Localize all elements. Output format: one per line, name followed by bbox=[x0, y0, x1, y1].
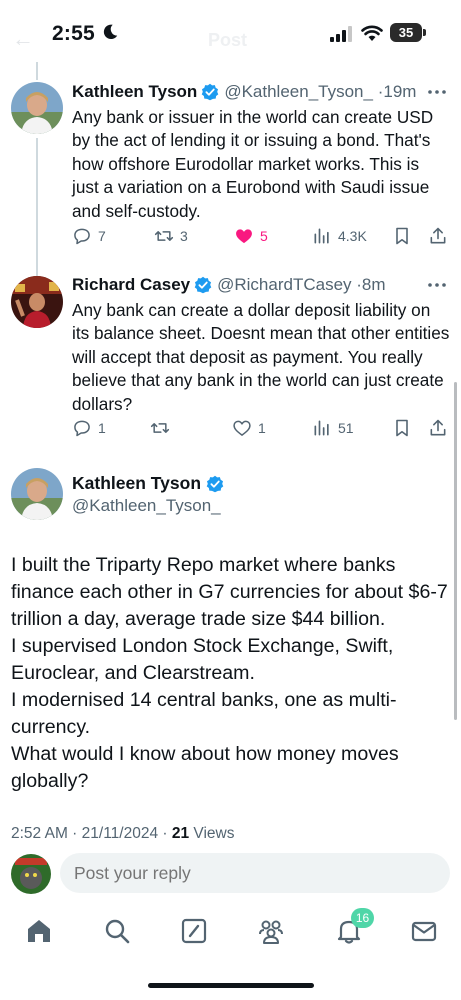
repost-icon bbox=[154, 231, 174, 241]
like-count: 5 bbox=[260, 228, 268, 244]
main-author-name[interactable]: Kathleen Tyson bbox=[72, 473, 229, 494]
reply-bar bbox=[0, 850, 461, 900]
share-icon bbox=[430, 227, 446, 244]
moon-icon bbox=[103, 24, 118, 40]
reply-tweet[interactable]: Kathleen Tyson @Kathleen_Tyson_ · 19m An… bbox=[0, 80, 461, 250]
scroll-indicator[interactable] bbox=[454, 382, 457, 720]
more-options-icon[interactable] bbox=[427, 88, 447, 96]
home-indicator bbox=[148, 983, 314, 988]
like-button[interactable]: 1 bbox=[232, 417, 266, 439]
reply-button[interactable]: 1 bbox=[72, 417, 106, 439]
share-icon bbox=[430, 419, 446, 436]
author-name[interactable]: Kathleen Tyson bbox=[72, 82, 197, 102]
bottom-tab-bar bbox=[0, 905, 461, 957]
thread-line bbox=[36, 62, 38, 80]
communities-icon[interactable] bbox=[257, 917, 285, 945]
heart-icon bbox=[233, 420, 251, 436]
views-button[interactable]: 4.3K bbox=[312, 225, 367, 247]
bookmark-icon bbox=[396, 227, 408, 245]
status-bar: ← Post 2:55 35 bbox=[0, 0, 461, 62]
reply-input[interactable] bbox=[60, 853, 450, 893]
post-time: 19m bbox=[383, 82, 417, 101]
avatar[interactable] bbox=[11, 82, 63, 134]
page-title: Post bbox=[208, 30, 248, 50]
reply-tweet[interactable]: Richard Casey @RichardTCasey · 8m Any ba… bbox=[0, 273, 461, 443]
thread-line bbox=[36, 138, 38, 278]
repost-button[interactable] bbox=[150, 417, 176, 439]
post-timestamp: 2:52 AM · 21/11/2024 · bbox=[11, 825, 172, 842]
reply-icon bbox=[74, 228, 90, 245]
author-name[interactable]: Richard Casey bbox=[72, 275, 190, 295]
post-paragraph: I built the Triparty Repo market where b… bbox=[11, 554, 448, 630]
reply-count: 1 bbox=[98, 420, 106, 436]
analytics-icon bbox=[314, 420, 329, 436]
heart-filled-icon bbox=[236, 229, 252, 244]
analytics-icon bbox=[314, 228, 329, 244]
views-label: Views bbox=[189, 825, 235, 842]
post-paragraph: What would I know about how money moves … bbox=[11, 743, 399, 792]
tweet-text: Any bank can create a dollar deposit lia… bbox=[72, 300, 450, 414]
repost-button[interactable]: 3 bbox=[154, 225, 188, 247]
tweet-header: Kathleen Tyson @Kathleen_Tyson_ · 19m bbox=[72, 80, 445, 104]
share-button[interactable] bbox=[428, 417, 454, 439]
repost-icon bbox=[150, 423, 170, 433]
views-button[interactable]: 51 bbox=[312, 417, 354, 439]
status-time: 2:55 bbox=[52, 22, 95, 45]
author-handle[interactable]: @Kathleen_Tyson_ bbox=[72, 496, 221, 516]
tweet-text: Any bank or issuer in the world can crea… bbox=[72, 107, 434, 221]
repost-count: 3 bbox=[180, 228, 188, 244]
bookmark-button[interactable] bbox=[392, 225, 418, 247]
action-bar: 7 3 5 4.3K bbox=[72, 225, 452, 247]
view-count: 51 bbox=[338, 420, 354, 436]
post-paragraph: I supervised London Stock Exchange, Swif… bbox=[11, 635, 394, 684]
messages-icon[interactable] bbox=[410, 917, 438, 945]
author-name[interactable]: Kathleen Tyson bbox=[72, 473, 201, 494]
post-time: 8m bbox=[361, 275, 386, 294]
post-paragraph: I modernised 14 central banks, one as mu… bbox=[11, 689, 397, 738]
author-handle[interactable]: @Kathleen_Tyson_ bbox=[224, 82, 373, 102]
verified-badge-icon bbox=[194, 276, 212, 294]
home-icon[interactable] bbox=[25, 917, 53, 945]
reply-button[interactable]: 7 bbox=[72, 225, 106, 247]
views-count[interactable]: 21 bbox=[172, 825, 189, 842]
verified-badge-icon bbox=[202, 83, 219, 101]
avatar[interactable] bbox=[11, 468, 63, 520]
like-count: 1 bbox=[258, 420, 266, 436]
post-metadata: 2:52 AM · 21/11/2024 · 21 Views bbox=[11, 825, 234, 843]
share-button[interactable] bbox=[428, 225, 454, 247]
avatar[interactable] bbox=[11, 276, 63, 328]
verified-badge-icon bbox=[206, 475, 224, 492]
back-arrow-icon[interactable]: ← bbox=[12, 26, 34, 52]
my-avatar[interactable] bbox=[11, 854, 51, 894]
main-post-text: I built the Triparty Repo market where b… bbox=[11, 552, 453, 795]
view-count: 4.3K bbox=[338, 228, 367, 244]
separator-dot: · bbox=[351, 275, 362, 294]
author-handle[interactable]: @RichardTCasey bbox=[217, 275, 351, 295]
reply-icon bbox=[74, 420, 90, 437]
like-button[interactable]: 5 bbox=[234, 225, 268, 247]
separator-dot: · bbox=[372, 82, 384, 101]
wifi-icon bbox=[361, 25, 383, 41]
reply-count: 7 bbox=[98, 228, 106, 244]
bookmark-button[interactable] bbox=[392, 417, 418, 439]
notification-badge: 16 bbox=[351, 908, 374, 928]
compose-icon[interactable] bbox=[180, 917, 208, 945]
action-bar: 1 1 51 bbox=[72, 417, 452, 439]
tweet-header: Richard Casey @RichardTCasey · 8m bbox=[72, 273, 445, 297]
cellular-signal-icon bbox=[330, 26, 352, 42]
search-icon[interactable] bbox=[103, 917, 131, 945]
battery-icon: 35 bbox=[390, 23, 426, 42]
bookmark-icon bbox=[396, 419, 408, 437]
more-options-icon[interactable] bbox=[427, 281, 447, 289]
